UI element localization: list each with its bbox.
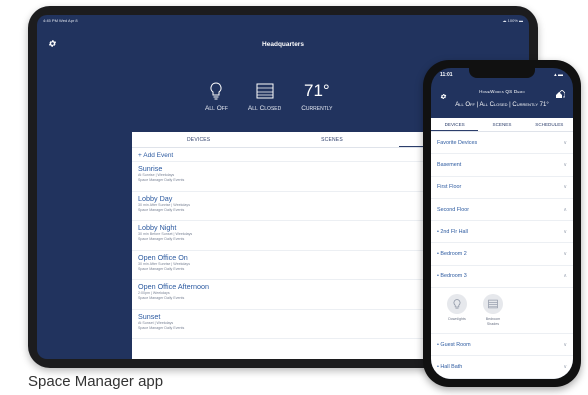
temperature-label: Currently [301,105,333,112]
chevron-down-icon: ∨ [563,228,567,235]
area-label: • 2nd Flr Hall [437,228,468,235]
shades-status[interactable]: All Closed [248,81,281,112]
shade-icon [483,294,503,315]
phone-status-icons: ▴ ▬ [554,72,563,78]
list-item[interactable]: • Hall Bath ∨ [431,356,573,379]
page-title: Headquarters [262,41,304,48]
device-bedroom-shades[interactable]: Bedroom Shades [481,294,505,333]
device-label: Downlights [448,317,466,322]
phone-tab-bar: DEVICES SCENES SCHEDULES [431,118,573,132]
temperature-status[interactable]: 71° Currently [301,81,332,112]
area-label: Favorite Devices [437,139,478,146]
stage: 4:45 PM Wed Apr 8 ☁ 100% ▬ Headquarters … [0,0,588,395]
chevron-down-icon: ∨ [563,139,567,146]
chevron-up-icon: ∧ [563,206,567,213]
chevron-down-icon: ∨ [563,161,567,168]
phone-notch [469,68,535,78]
lights-status[interactable]: All Off [205,81,228,112]
list-item[interactable]: • Guest Room ∨ [431,334,573,357]
temperature-value: 71° [304,81,330,100]
list-item[interactable]: Second Floor ∧ [431,199,573,222]
list-item[interactable]: First Floor ∨ [431,177,573,199]
chevron-down-icon: ∨ [563,341,567,348]
phone-status-time: 11:01 [440,72,453,78]
shade-icon [256,81,274,101]
chevron-down-icon: ∨ [563,364,567,371]
tablet-status-battery: ☁ 100% ▬ [502,18,523,23]
chevron-down-icon: ∨ [563,184,567,191]
caption: Space Manager app [28,373,164,390]
area-label: First Floor [437,184,462,191]
lights-status-label: All Off [205,105,228,112]
list-item[interactable]: • Bedroom 3 ∧ [431,266,573,289]
shades-status-label: All Closed [247,105,282,112]
area-label: Basement [437,161,462,168]
tab-scenes[interactable]: SCENES [478,118,525,131]
chevron-up-icon: ∧ [563,273,567,280]
tab-devices[interactable]: DEVICES [431,118,479,131]
tablet-status-bar: 4:45 PM Wed Apr 8 ☁ 100% ▬ [37,15,529,25]
phone-device: 11:01 ▴ ▬ HomeWorks QS Demo All Off | Al… [423,60,581,387]
phone-summary: All Off | All Closed | Currently 71° [455,102,549,108]
device-grid: Downlights Bedroom Shades [431,288,573,335]
list-item[interactable]: • 2nd Flr Hall ∨ [431,221,573,244]
area-label: • Bedroom 3 [437,273,467,280]
phone-screen: 11:01 ▴ ▬ HomeWorks QS Demo All Off | Al… [431,68,573,379]
tab-schedules[interactable]: SCHEDULES [526,118,573,131]
tab-scenes[interactable]: SCENES [265,132,398,147]
bulb-icon [447,294,467,315]
bulb-icon [210,81,222,101]
list-item[interactable]: Favorite Devices ∨ [431,132,573,155]
device-downlights[interactable]: Downlights [445,294,469,333]
tab-devices[interactable]: DEVICES [132,132,265,147]
tablet-status-time: 4:45 PM Wed Apr 8 [43,18,78,23]
list-item[interactable]: Basement ∨ [431,154,573,177]
phone-content-panel: DEVICES SCENES SCHEDULES Favorite Device… [431,118,573,379]
phone-page-title: HomeWorks QS Demo [479,89,525,94]
area-label: • Guest Room [437,341,471,348]
summary-stats: All Off All Closed 71° Currently [205,81,333,112]
device-label: Bedroom Shades [485,317,501,326]
list-item[interactable]: • Bedroom 2 ∨ [431,243,573,266]
area-list: Favorite Devices ∨ Basement ∨ First Floor ∨… [431,132,573,379]
chevron-down-icon: ∨ [563,251,567,258]
area-label: Second Floor [437,206,470,213]
area-label: • Hall Bath [437,364,463,371]
area-label: • Bedroom 2 [437,251,467,258]
